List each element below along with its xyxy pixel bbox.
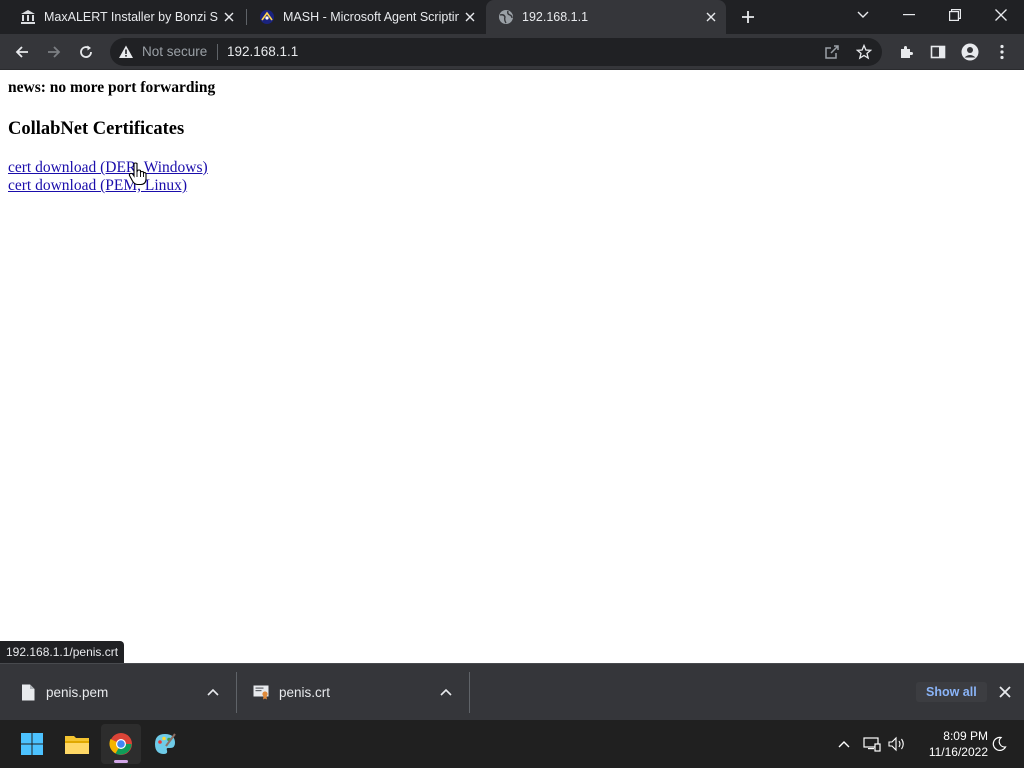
- cert-download-pem-link[interactable]: cert download (PEM, Linux): [8, 177, 187, 195]
- bank-icon: [20, 9, 36, 25]
- reload-button[interactable]: [72, 38, 100, 66]
- hand-cursor-icon: [128, 162, 148, 186]
- chevron-up-icon[interactable]: [832, 732, 856, 756]
- back-button[interactable]: [8, 38, 36, 66]
- new-tab-button[interactable]: [736, 5, 760, 29]
- browser-toolbar: Not secure 192.168.1.1: [0, 34, 1024, 70]
- system-clock[interactable]: 8:09 PM 11/16/2022: [908, 728, 988, 760]
- close-window-button[interactable]: [978, 0, 1024, 30]
- tab-strip: MaxALERT Installer by Bonzi Software MAS…: [0, 0, 1024, 34]
- download-filename: penis.crt: [279, 684, 331, 700]
- bookmark-star-icon[interactable]: [854, 42, 874, 62]
- download-shelf: penis.pem penis.crt Show all: [0, 663, 1024, 720]
- download-item[interactable]: penis.crt: [253, 664, 469, 720]
- file-icon: [20, 683, 36, 701]
- cert-download-der-link[interactable]: cert download (DER, Windows): [8, 159, 208, 177]
- tab-title: MASH - Microsoft Agent Scripting Helper: [283, 10, 459, 24]
- page-content: news: no more port forwarding CollabNet …: [0, 71, 1024, 663]
- globe-icon: [498, 9, 514, 25]
- address-bar[interactable]: Not secure 192.168.1.1: [110, 38, 882, 66]
- restore-button[interactable]: [932, 0, 978, 30]
- url-text[interactable]: 192.168.1.1: [227, 44, 298, 60]
- shelf-separator: [469, 672, 470, 713]
- tab-maxalert[interactable]: MaxALERT Installer by Bonzi Software: [8, 0, 244, 34]
- tab-close-icon[interactable]: [700, 6, 722, 28]
- windows-taskbar: 8:09 PM 11/16/2022: [0, 720, 1024, 768]
- network-icon[interactable]: [860, 732, 884, 756]
- menu-kebab-icon[interactable]: [988, 38, 1016, 66]
- tab-title: 192.168.1.1: [522, 10, 589, 24]
- warning-icon[interactable]: [118, 44, 134, 60]
- forward-button[interactable]: [40, 38, 68, 66]
- tab-close-icon[interactable]: [218, 6, 240, 28]
- mash-icon: [259, 9, 275, 25]
- show-all-button[interactable]: Show all: [916, 682, 987, 702]
- tab-router[interactable]: 192.168.1.1: [486, 0, 726, 34]
- windows-start-icon[interactable]: [12, 724, 52, 764]
- share-icon[interactable]: [822, 42, 842, 62]
- chevron-up-icon[interactable]: [204, 683, 222, 701]
- chevron-up-icon[interactable]: [437, 683, 455, 701]
- profile-icon[interactable]: [956, 38, 984, 66]
- volume-icon[interactable]: [885, 732, 909, 756]
- shelf-separator: [236, 672, 237, 713]
- minimize-button[interactable]: [886, 0, 932, 30]
- file-explorer-icon[interactable]: [57, 724, 97, 764]
- security-label[interactable]: Not secure: [142, 44, 207, 60]
- clock-date: 11/16/2022: [928, 745, 988, 759]
- address-separator: [217, 44, 218, 60]
- certificate-icon: [253, 683, 269, 701]
- tab-mash[interactable]: MASH - Microsoft Agent Scripting Helper: [247, 0, 485, 34]
- active-indicator: [114, 760, 128, 763]
- clock-time: 8:09 PM: [943, 729, 988, 743]
- status-bubble: 192.168.1.1/penis.crt: [0, 641, 125, 663]
- side-panel-icon[interactable]: [924, 38, 952, 66]
- extensions-icon[interactable]: [892, 38, 920, 66]
- paint-icon[interactable]: [145, 724, 185, 764]
- focus-moon-icon[interactable]: [987, 732, 1011, 756]
- chrome-icon[interactable]: [101, 724, 141, 764]
- download-item[interactable]: penis.pem: [20, 664, 236, 720]
- tab-title: MaxALERT Installer by Bonzi Software: [44, 10, 218, 24]
- tab-close-icon[interactable]: [459, 6, 481, 28]
- tab-search-button[interactable]: [840, 0, 886, 30]
- page-heading: CollabNet Certificates: [8, 119, 185, 139]
- close-icon[interactable]: [994, 681, 1016, 703]
- download-filename: penis.pem: [46, 684, 109, 700]
- news-text: news: no more port forwarding: [8, 79, 216, 96]
